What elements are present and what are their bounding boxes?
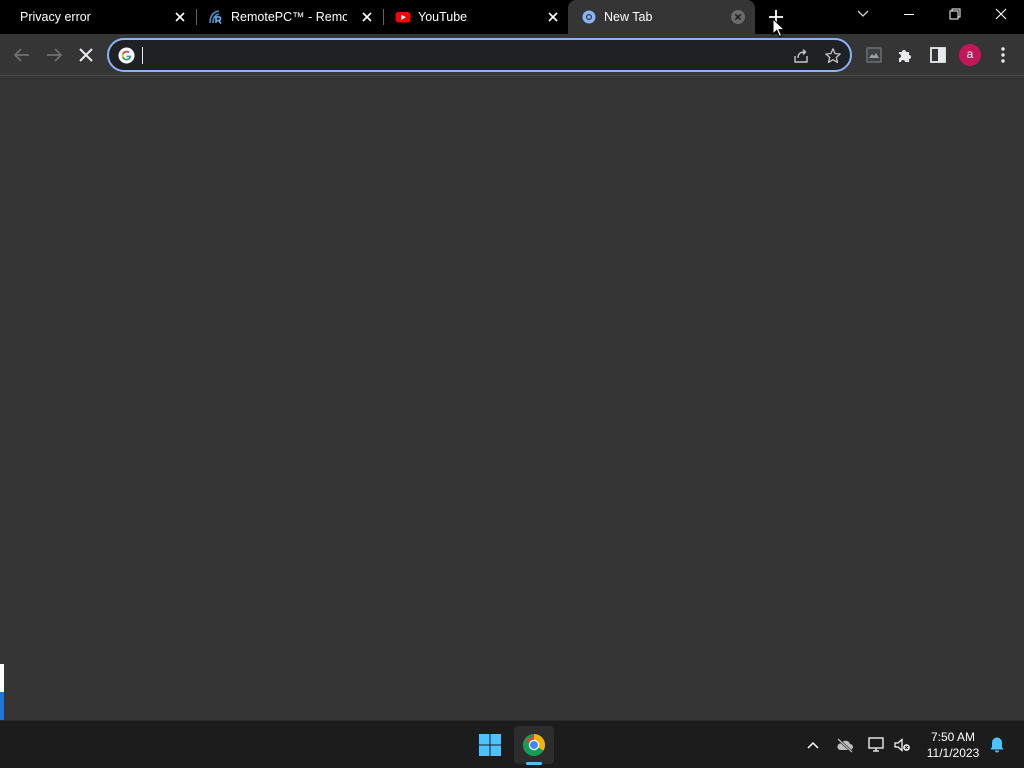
tab-title: RemotePC™ - Remote bbox=[231, 10, 347, 24]
taskbar-clock[interactable]: 7:50 AM 11/1/2023 bbox=[918, 729, 988, 761]
mouse-cursor-icon bbox=[772, 18, 786, 38]
address-bar[interactable] bbox=[107, 38, 852, 72]
address-input[interactable] bbox=[143, 47, 743, 65]
windows-start-icon[interactable] bbox=[478, 733, 502, 757]
star-icon[interactable] bbox=[824, 47, 842, 65]
tab-remotepc[interactable]: RemotePC™ - Remote bbox=[197, 0, 383, 34]
clock-date: 11/1/2023 bbox=[926, 746, 980, 760]
tab-title: New Tab bbox=[604, 10, 653, 24]
clock-time: 7:50 AM bbox=[930, 730, 976, 744]
restore-icon[interactable] bbox=[932, 0, 978, 30]
text-caret bbox=[142, 47, 143, 64]
tab-search-chevron-icon[interactable] bbox=[840, 0, 886, 30]
browser-toolbar: a bbox=[0, 34, 1024, 76]
arrow-right-icon[interactable] bbox=[42, 43, 66, 67]
taskbar-chrome-button[interactable] bbox=[514, 726, 554, 764]
tab-close-icon[interactable] bbox=[731, 10, 745, 24]
side-panel-icon[interactable] bbox=[926, 43, 950, 67]
kebab-menu-icon[interactable] bbox=[991, 43, 1015, 67]
google-g-icon bbox=[118, 47, 135, 64]
youtube-logo-icon bbox=[395, 12, 411, 23]
profile-avatar[interactable]: a bbox=[959, 44, 981, 66]
chevron-up-icon[interactable] bbox=[803, 735, 823, 755]
network-icon[interactable] bbox=[866, 735, 886, 755]
minimize-icon[interactable] bbox=[886, 0, 932, 30]
stop-loading-x-icon[interactable] bbox=[74, 43, 98, 67]
bell-icon[interactable] bbox=[987, 735, 1007, 755]
tab-new-tab[interactable]: New Tab bbox=[568, 0, 755, 34]
onedrive-cloud-icon[interactable] bbox=[835, 735, 855, 755]
volume-muted-icon[interactable] bbox=[892, 735, 912, 755]
close-icon[interactable] bbox=[978, 0, 1024, 30]
tab-strip: Privacy error RemotePC™ - Remote YouTube bbox=[0, 0, 1024, 34]
active-app-indicator bbox=[526, 762, 542, 765]
tab-close-icon[interactable] bbox=[360, 10, 374, 24]
share-icon[interactable] bbox=[792, 47, 810, 65]
tab-close-icon[interactable] bbox=[173, 10, 187, 24]
desktop-screen: Privacy error RemotePC™ - Remote YouTube bbox=[0, 0, 1024, 768]
tab-title: Privacy error bbox=[20, 10, 91, 24]
tab-title: YouTube bbox=[418, 10, 468, 24]
windows-taskbar: 7:50 AM 11/1/2023 bbox=[0, 720, 1024, 768]
remotepc-logo-icon bbox=[209, 10, 222, 25]
puzzle-icon[interactable] bbox=[894, 43, 918, 67]
page-content bbox=[0, 77, 1024, 720]
arrow-left-icon[interactable] bbox=[10, 43, 34, 67]
tab-youtube[interactable]: YouTube bbox=[384, 0, 568, 34]
chrome-icon bbox=[523, 734, 545, 756]
extension-app-icon[interactable] bbox=[862, 43, 886, 67]
tab-close-icon[interactable] bbox=[546, 10, 560, 24]
tab-privacy-error[interactable]: Privacy error bbox=[0, 0, 196, 34]
chrome-newtab-icon bbox=[582, 10, 596, 24]
